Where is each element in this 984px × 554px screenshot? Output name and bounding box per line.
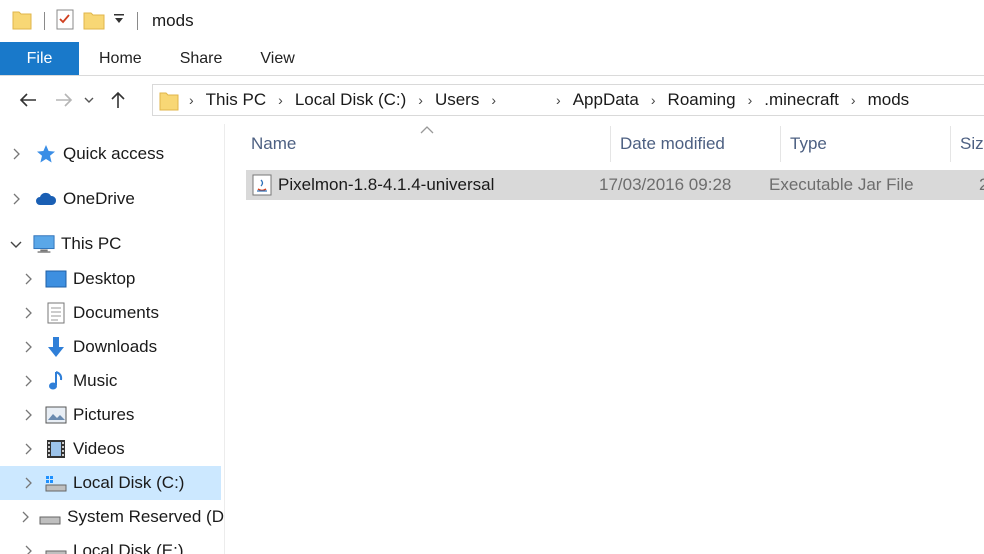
jar-file-icon [252,174,272,196]
nav-label: This PC [61,234,122,253]
nav-item-system-reserved[interactable]: System Reserved (D [0,500,224,534]
download-icon [45,336,67,358]
up-button[interactable] [102,84,134,116]
title-separator [137,12,138,30]
chevron-right-icon[interactable] [21,510,29,524]
nav-item-downloads[interactable]: Downloads [0,330,224,364]
nav-label: Pictures [73,405,135,424]
chevron-right-icon[interactable] [21,544,35,554]
star-icon [35,143,57,165]
breadcrumb-this-pc[interactable]: This PC [206,90,266,110]
new-folder-icon[interactable] [83,8,105,35]
address-bar[interactable]: › This PC › Local Disk (C:) › Users › › … [152,84,984,116]
nav-item-documents[interactable]: Documents [0,296,224,330]
nav-item-music[interactable]: Music [0,364,224,398]
chevron-right-icon[interactable]: › [748,92,753,108]
recent-locations-icon[interactable] [80,84,98,116]
nav-label: OneDrive [63,189,135,208]
chevron-right-icon[interactable] [21,442,35,456]
nav-item-this-pc[interactable]: This PC [0,227,224,261]
chevron-right-icon[interactable] [9,192,23,206]
breadcrumb-minecraft[interactable]: .minecraft [764,90,839,110]
video-icon [45,438,67,460]
nav-label: Downloads [73,337,158,356]
desktop-icon [45,268,67,290]
nav-label: Videos [73,439,125,458]
music-icon [45,370,67,392]
chevron-right-icon[interactable] [21,374,35,388]
file-name: Pixelmon-1.8-4.1.4-universal [278,175,495,194]
drive-icon [45,472,67,494]
chevron-right-icon[interactable]: › [651,92,656,108]
nav-label: Desktop [73,269,136,288]
breadcrumb-roaming[interactable]: Roaming [668,90,736,110]
nav-item-pictures[interactable]: Pictures [0,398,224,432]
chevron-right-icon[interactable]: › [851,92,856,108]
tab-view[interactable]: View [241,42,313,75]
file-list: Name Date modified Type Size Pixelmon-1.… [225,124,984,554]
column-header-type[interactable]: Type [790,124,950,164]
cloud-icon [35,188,57,210]
chevron-down-icon[interactable] [9,237,23,251]
nav-label: Quick access [63,144,165,163]
computer-icon [33,233,55,255]
picture-icon [45,404,67,426]
customize-dropdown-icon[interactable] [113,12,125,31]
back-button[interactable] [12,84,44,116]
folder-icon[interactable] [12,8,32,35]
chevron-right-icon[interactable]: › [418,92,423,108]
chevron-right-icon[interactable]: › [556,92,561,108]
chevron-right-icon[interactable]: › [189,92,194,108]
breadcrumb-appdata[interactable]: AppData [573,90,639,110]
toolbar-separator [44,12,45,30]
tab-home[interactable]: Home [79,42,161,75]
chevron-right-icon[interactable]: › [491,92,496,108]
column-header-size[interactable]: Size [960,124,984,164]
document-icon [45,302,67,324]
chevron-right-icon[interactable] [21,340,35,354]
nav-label: Local Disk (C:) [73,473,185,492]
nav-item-videos[interactable]: Videos [0,432,224,466]
nav-item-quick-access[interactable]: Quick access [0,137,224,171]
tab-share[interactable]: Share [161,42,242,75]
column-separator[interactable] [950,126,951,162]
column-separator[interactable] [610,126,611,162]
nav-item-onedrive[interactable]: OneDrive [0,182,224,216]
nav-item-desktop[interactable]: Desktop [0,262,224,296]
nav-label: Music [73,371,118,390]
chevron-right-icon[interactable] [21,306,35,320]
breadcrumb-mods[interactable]: mods [868,90,910,110]
properties-icon[interactable] [55,8,75,35]
chevron-right-icon[interactable] [21,476,35,490]
title-bar: mods [0,0,984,42]
column-header-name[interactable]: Name [251,124,611,164]
file-type: Executable Jar File [769,175,914,194]
column-header-date-modified[interactable]: Date modified [620,124,780,164]
forward-button[interactable] [48,84,80,116]
file-date-modified: 17/03/2016 09:28 [599,175,732,194]
drive-icon [39,506,61,528]
table-row[interactable]: Pixelmon-1.8-4.1.4-universal 17/03/2016 … [246,170,984,200]
tab-file[interactable]: File [0,42,79,75]
nav-label: Documents [73,303,159,322]
ribbon-tabs: File Home Share View [0,42,984,76]
nav-label: Local Disk (E:) [73,541,184,554]
folder-icon [159,89,179,111]
drive-icon [45,540,67,554]
chevron-right-icon[interactable] [21,272,35,286]
column-separator[interactable] [780,126,781,162]
chevron-right-icon[interactable] [9,147,23,161]
chevron-right-icon[interactable]: › [278,92,283,108]
window-title: mods [152,11,194,30]
navigation-pane: Quick access OneDrive This PC Desktop Do… [0,130,224,554]
chevron-right-icon[interactable] [21,408,35,422]
breadcrumb-users[interactable]: Users [435,90,479,110]
nav-item-local-disk-c[interactable]: Local Disk (C:) [0,466,221,500]
nav-label: System Reserved (D [67,507,224,526]
nav-item-local-disk-e[interactable]: Local Disk (E:) [0,534,224,554]
breadcrumb-local-disk[interactable]: Local Disk (C:) [295,90,406,110]
file-size: 2 [979,175,984,194]
